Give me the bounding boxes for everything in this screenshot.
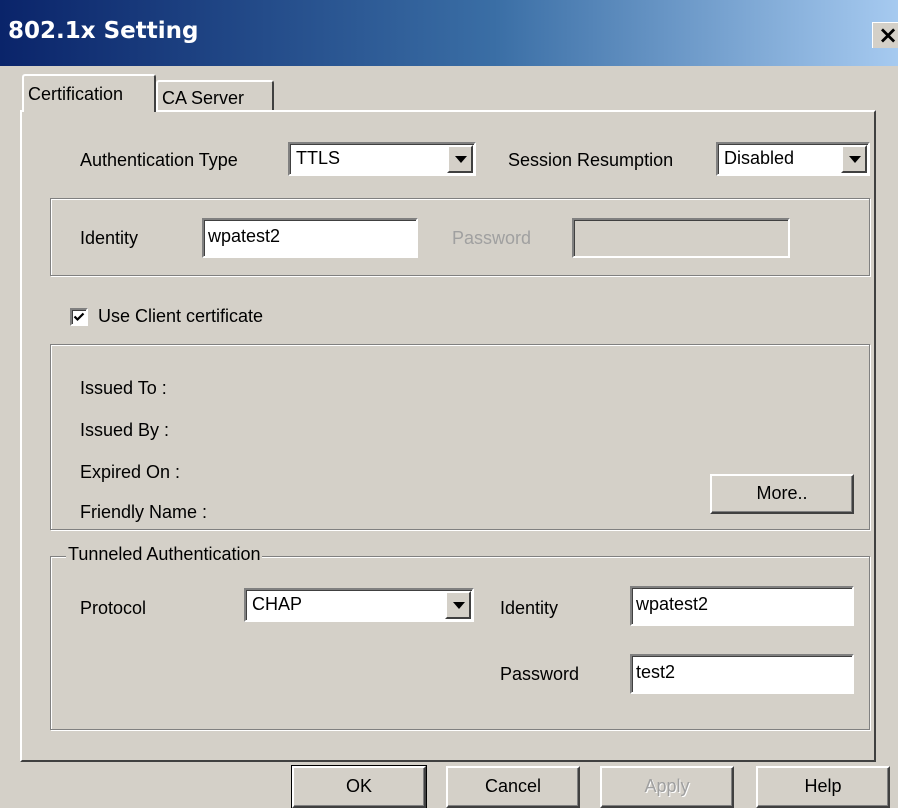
chevron-down-icon [453, 602, 465, 609]
tunneled-password-label: Password [500, 664, 580, 684]
protocol-value: CHAP [252, 594, 303, 614]
session-resumption-select[interactable]: Disabled [716, 142, 870, 176]
tab-certification[interactable]: Certification [22, 74, 156, 112]
session-resumption-dropdown-button[interactable] [841, 145, 867, 173]
tunneled-password-value: test2 [636, 662, 676, 682]
identity-value: wpatest2 [208, 226, 281, 246]
tunneled-identity-field[interactable]: wpatest2 [630, 586, 854, 626]
auth-type-value: TTLS [296, 148, 341, 168]
help-button[interactable]: Help [756, 766, 890, 808]
tunneled-password-field[interactable]: test2 [630, 654, 854, 694]
protocol-select[interactable]: CHAP [244, 588, 474, 622]
identity-label: Identity [80, 228, 139, 248]
session-resumption-value: Disabled [724, 148, 795, 168]
chevron-down-icon [455, 156, 467, 163]
tab-ca-server[interactable]: CA Server [156, 80, 274, 111]
use-client-cert-checkbox[interactable] [70, 308, 88, 326]
certification-panel: Authentication Type TTLS Session Resumpt… [20, 110, 876, 762]
ok-button[interactable]: OK [291, 765, 427, 808]
protocol-dropdown-button[interactable] [445, 591, 471, 619]
session-resumption-label: Session Resumption [508, 150, 674, 170]
tunneled-identity-label: Identity [500, 598, 559, 618]
tunneled-auth-group [50, 556, 870, 730]
tunneled-identity-value: wpatest2 [636, 594, 709, 614]
friendly-name-label: Friendly Name : [80, 502, 208, 522]
auth-type-label: Authentication Type [80, 150, 238, 170]
issued-by-label: Issued By : [80, 420, 170, 440]
issued-to-label: Issued To : [80, 378, 167, 398]
auth-type-select[interactable]: TTLS [288, 142, 476, 176]
more-button[interactable]: More.. [710, 474, 854, 514]
close-icon[interactable]: × [872, 22, 898, 48]
chevron-down-icon [849, 156, 861, 163]
use-client-cert-label[interactable]: Use Client certificate [98, 306, 263, 327]
cancel-button[interactable]: Cancel [446, 766, 580, 808]
title-bar: 802.1x Setting × [0, 0, 898, 66]
auth-type-dropdown-button[interactable] [447, 145, 473, 173]
tunneled-auth-caption: Tunneled Authentication [66, 544, 263, 565]
password-label: Password [452, 228, 532, 248]
dialog-body: Certification CA Server Authentication T… [0, 66, 898, 808]
apply-button: Apply [600, 766, 734, 808]
password-field [572, 218, 790, 258]
identity-field[interactable]: wpatest2 [202, 218, 418, 258]
protocol-label: Protocol [80, 598, 147, 618]
check-icon [73, 312, 85, 322]
expired-on-label: Expired On : [80, 462, 181, 482]
window-title: 802.1x Setting [8, 18, 199, 44]
